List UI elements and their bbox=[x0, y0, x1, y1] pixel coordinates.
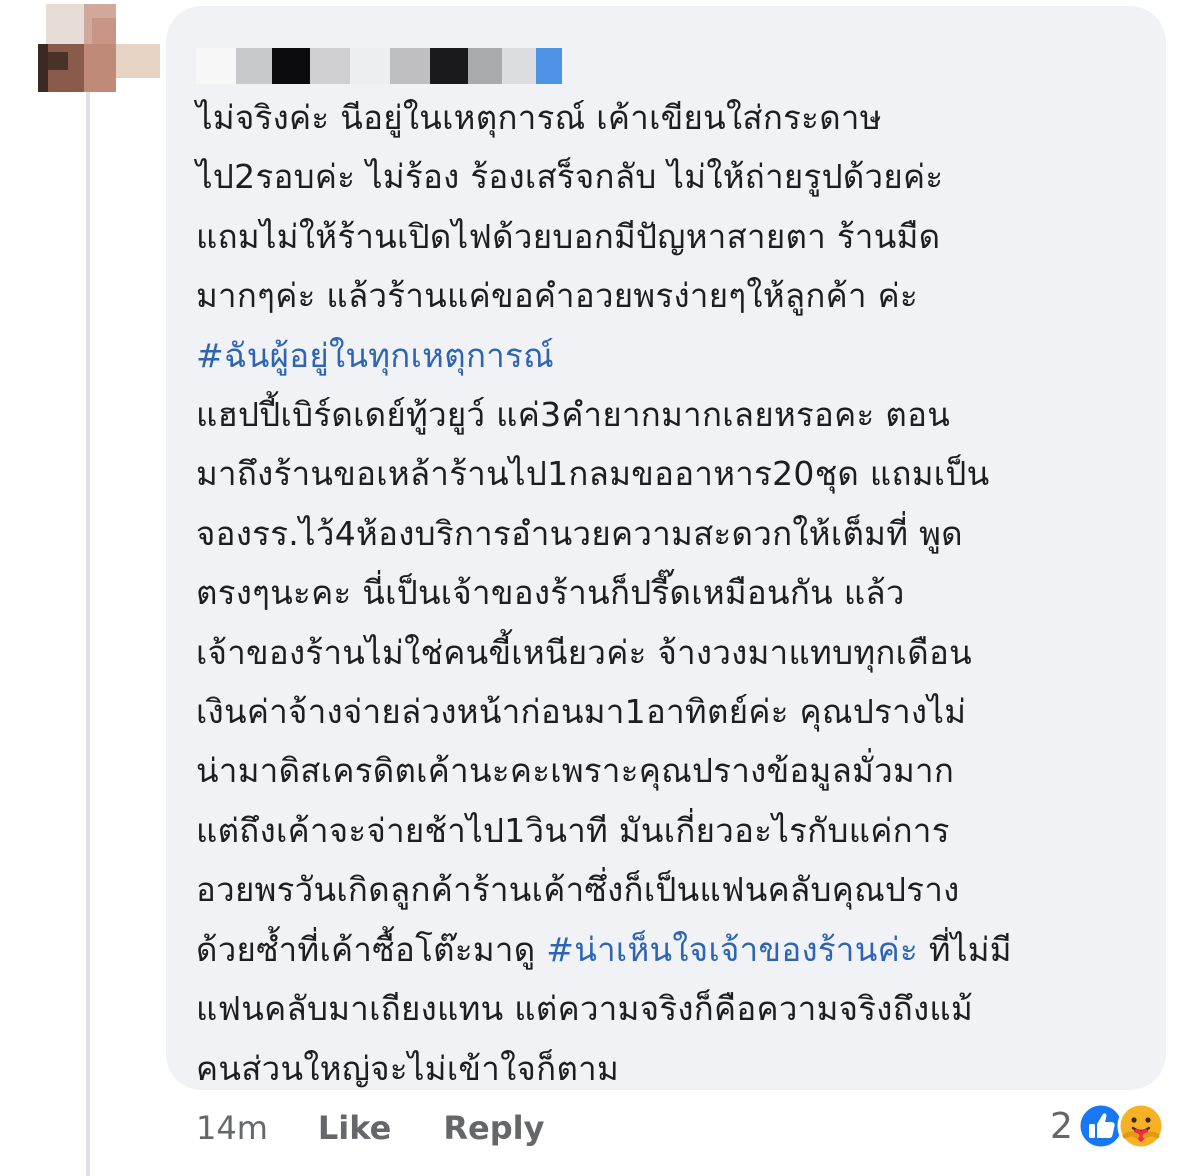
comment-timestamp[interactable]: 14m bbox=[196, 1109, 268, 1147]
comment-line-2: ไป2รอบค่ะ ไม่ร้อง ร้องเสร็จกลับ ไม่ให้ถ่… bbox=[196, 157, 944, 197]
comment-line-17: คนส่วนใหญ่จะไม่เข้าใจก็ตาม bbox=[196, 1048, 620, 1088]
comment-line-14: อวยพรวันเกิดลูกค้าร้านเค้าซึ่งก็เป็นแฟนค… bbox=[196, 870, 960, 910]
care-icon bbox=[1117, 1102, 1165, 1150]
comment-line-16: แฟนคลับมาเถียงแทน แต่ความจริงก็คือความจร… bbox=[196, 989, 974, 1029]
reaction-count: 2 bbox=[1050, 1105, 1073, 1147]
comment-line-6: แฮปปี้เบิร์ดเดย์ทู้วยูว์ แค่3คำยากมากเลย… bbox=[196, 395, 951, 435]
comment-line-7: มาถึงร้านขอเหล้าร้านไป1กลมขออาหาร20ชุด แ… bbox=[196, 454, 990, 494]
author-name[interactable] bbox=[196, 40, 596, 86]
comment-line-11: เงินค่าจ้างจ่ายล่วงหน้าก่อนมา1อาทิตย์ค่ะ… bbox=[196, 692, 967, 732]
avatar[interactable] bbox=[32, 4, 160, 92]
thread-line bbox=[86, 92, 90, 1176]
comment-actions: 14m Like Reply bbox=[196, 1100, 596, 1156]
reaction-summary[interactable]: 2 bbox=[1050, 1098, 1165, 1154]
comment-line-8: จองรร.ไว้4ห้องบริการอำนวยความสะดวกให้เต็… bbox=[196, 513, 963, 553]
comment-line-15-after: ที่ไม่มี bbox=[918, 929, 1012, 969]
comment-line-12: น่ามาดิสเครดิตเค้านะคะเพราะคุณปรางข้อมูล… bbox=[196, 751, 955, 791]
hashtag-link[interactable]: #น่าเห็นใจเจ้าของร้านค่ะ bbox=[546, 930, 918, 969]
comment-line-9: ตรงๆนะคะ นี่เป็นเจ้าของร้านก็ปรี๊ดเหมือน… bbox=[196, 573, 905, 613]
reply-button[interactable]: Reply bbox=[443, 1109, 544, 1147]
comment-line-10: เจ้าของร้านไม่ใช่คนขี้เหนียวค่ะ จ้างวงมา… bbox=[196, 632, 972, 672]
comment-line-3: แถมไม่ให้ร้านเปิดไฟด้วยบอกมีปัญหาสายตา ร… bbox=[196, 216, 941, 256]
comment-line-15-before: ด้วยซ้ำที่เค้าซื้อโต๊ะมาดู bbox=[196, 929, 547, 969]
comment-line-13: แต่ถึงเค้าจะจ่ายช้าไป1วินาที มันเกี่ยวอะ… bbox=[196, 810, 950, 850]
comment-text: ไม่จริงค่ะ นีอยู่ในเหตุการณ์ เค้าเขียนใส… bbox=[196, 88, 1136, 1098]
like-button[interactable]: Like bbox=[318, 1109, 391, 1147]
comment-line-15: ด้วยซ้ำที่เค้าซื้อโต๊ะมาดู #น่าเห็นใจเจ้… bbox=[196, 920, 1136, 979]
comment-line-4: มากๆค่ะ แล้วร้านแค่ขอคำอวยพรง่ายๆให้ลูกค… bbox=[196, 276, 919, 316]
hashtag-link[interactable]: #ฉันผู้อยู่ในทุกเหตุการณ์ bbox=[196, 326, 1136, 385]
comment-line-1: ไม่จริงค่ะ นีอยู่ในเหตุการณ์ เค้าเขียนใส… bbox=[196, 98, 882, 137]
comment-thread: ไม่จริงค่ะ นีอยู่ในเหตุการณ์ เค้าเขียนใส… bbox=[0, 0, 1200, 1176]
